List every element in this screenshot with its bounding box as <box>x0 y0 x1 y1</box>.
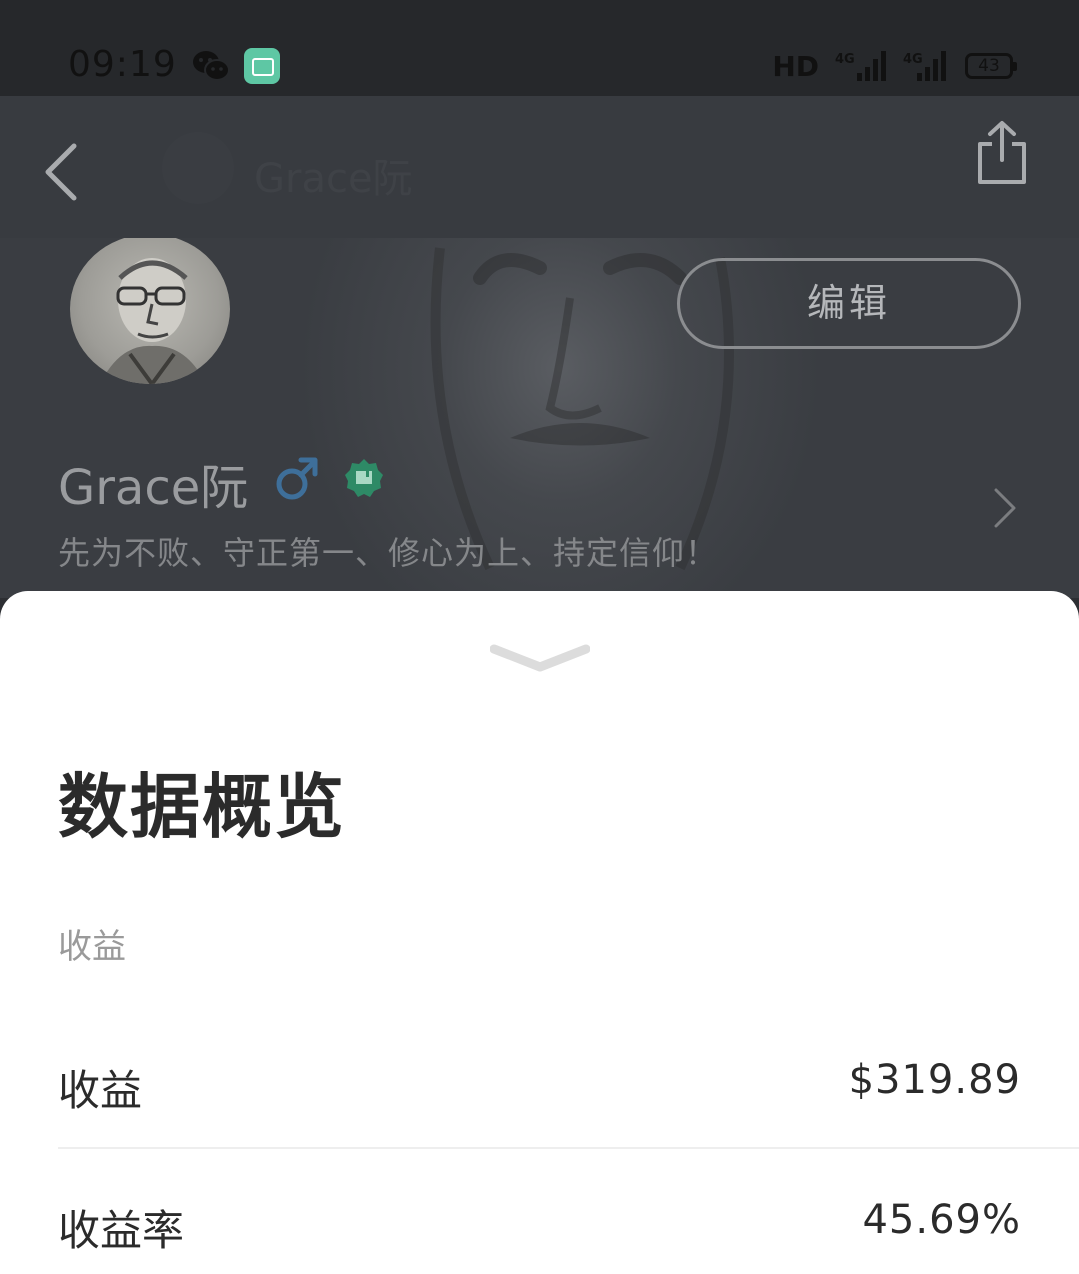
status-time: 09:19 <box>68 44 177 85</box>
profile-bio: 先为不败、守正第一、修心为上、持定信仰！ <box>58 534 719 572</box>
chevron-right-icon[interactable] <box>990 486 1020 530</box>
svg-text:4G: 4G <box>903 52 923 67</box>
wechat-icon <box>193 51 230 81</box>
signal-4g-icon: 4G <box>835 51 886 81</box>
profile-header: 编辑 Grace阮 先为不败、守正第一、修心为上、持定信仰！ <box>0 238 1079 598</box>
profile-avatar[interactable] <box>70 238 230 384</box>
svg-text:4G: 4G <box>835 52 855 67</box>
earnings-rate-row: 收益率 45.69% <box>58 1151 1079 1274</box>
sheet-title: 数据概览 <box>58 766 346 848</box>
section-label-earnings: 收益 <box>58 927 126 967</box>
hd-label: HD <box>772 49 819 83</box>
edit-profile-button[interactable]: 编辑 <box>677 258 1021 349</box>
earnings-label: 收益 <box>58 1066 143 1115</box>
data-overview-sheet: 数据概览 收益 收益 $319.89 收益率 45.69% <box>0 591 1079 1274</box>
back-arrow-icon[interactable] <box>40 140 84 204</box>
battery-icon: 43 <box>965 53 1017 79</box>
status-bar: 09:19 HD 4G 4G 43 <box>0 0 1079 96</box>
share-icon[interactable] <box>972 120 1032 186</box>
earnings-rate-label: 收益率 <box>58 1206 185 1255</box>
earnings-value: $319.89 <box>848 1057 1021 1103</box>
earnings-row: 收益 $319.89 <box>58 1011 1079 1149</box>
earnings-rate-value: 45.69% <box>862 1197 1021 1243</box>
signal-4g-secondary-icon: 4G <box>903 51 946 81</box>
status-indicators: HD 4G 4G 43 <box>772 48 1017 84</box>
collapse-handle-icon[interactable] <box>490 641 590 675</box>
app-notification-icon <box>244 48 280 84</box>
verified-badge-icon <box>345 459 383 497</box>
nav-avatar <box>162 132 234 204</box>
male-gender-icon <box>276 457 318 500</box>
nav-bar: Grace阮 <box>0 96 1079 238</box>
nav-title: Grace阮 <box>254 156 413 202</box>
profile-name: Grace阮 <box>58 460 249 516</box>
